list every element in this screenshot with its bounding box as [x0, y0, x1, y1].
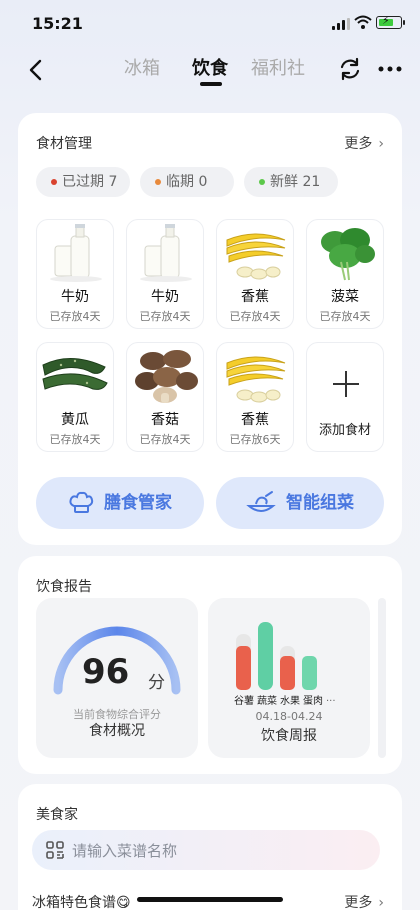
ingredient-card[interactable]: 菠菜 已存放4天 — [306, 219, 384, 329]
section-title: 美食家 — [36, 807, 78, 823]
section-title: 食材管理 — [36, 136, 92, 152]
search-placeholder: 请输入菜谱名称 — [72, 842, 178, 860]
next-report-card-edge — [378, 598, 386, 758]
tab-diet[interactable]: 饮食 — [192, 54, 228, 80]
meal-butler-button[interactable]: 膳食管家 — [36, 477, 204, 529]
ingredient-name: 牛奶 — [151, 289, 179, 305]
ingredient-card[interactable]: 香蕉 已存放6天 — [216, 342, 294, 452]
date-range: 04.18-04.24 — [255, 710, 323, 723]
ingredient-name: 香菇 — [151, 412, 179, 428]
storage-days: 已存放4天 — [49, 433, 101, 446]
ingredient-card[interactable]: 牛奶 已存放4天 — [36, 219, 114, 329]
chevron-right-icon: › — [378, 136, 384, 152]
tab-fridge[interactable]: 冰箱 — [124, 54, 160, 80]
recipe-search-input[interactable]: 请输入菜谱名称 — [32, 830, 380, 870]
filter-expired[interactable]: 已过期 7 — [36, 167, 130, 197]
status-dot — [155, 179, 161, 185]
status-dot — [51, 179, 57, 185]
banana-icon — [226, 356, 286, 403]
storage-days: 已存放4天 — [139, 433, 191, 446]
ingredient-name: 菠菜 — [331, 289, 359, 305]
score-value: 96 — [82, 652, 130, 692]
ingredient-card[interactable]: 香蕉 已存放4天 — [216, 219, 294, 329]
top-nav: 冰箱 饮食 福利社 — [0, 46, 420, 96]
chevron-right-icon: › — [378, 895, 384, 910]
recipes-more-link[interactable]: 更多 › — [344, 892, 384, 910]
storage-days: 已存放4天 — [229, 310, 281, 323]
status-dot — [259, 179, 265, 185]
storage-days: 已存放4天 — [139, 310, 191, 323]
more-options-icon[interactable] — [376, 58, 404, 80]
ingredient-name: 牛奶 — [61, 289, 89, 305]
filter-fresh[interactable]: 新鲜 21 — [244, 167, 338, 197]
cucumber-icon — [42, 357, 108, 390]
signal-icon — [332, 18, 350, 30]
ingredient-card[interactable]: 黄瓜 已存放4天 — [36, 342, 114, 452]
recipes-title: 冰箱特色食谱😋 — [32, 895, 131, 910]
filter-expiring[interactable]: 临期 0 — [140, 167, 234, 197]
storage-days: 已存放6天 — [229, 433, 281, 446]
status-bar: 15:21 ⚡ — [0, 0, 420, 46]
battery-icon: ⚡ — [376, 14, 405, 29]
section-title: 饮食报告 — [36, 579, 92, 595]
scan-icon — [46, 841, 64, 859]
wifi-icon — [354, 15, 372, 29]
weekly-title: 饮食周报 — [261, 728, 317, 744]
tab-welfare[interactable]: 福利社 — [251, 54, 305, 80]
chef-hat-icon — [69, 491, 94, 513]
storage-days: 已存放4天 — [49, 310, 101, 323]
ingredient-overview-card[interactable]: 96 分 当前食物综合评分 食材概况 — [36, 598, 198, 758]
milk-icon — [140, 224, 192, 282]
banana-icon — [226, 233, 286, 280]
back-arrow-icon[interactable] — [22, 56, 50, 84]
home-indicator — [137, 897, 283, 902]
ingredient-name: 香蕉 — [241, 289, 269, 305]
mushroom-icon — [135, 350, 198, 403]
add-ingredient-button[interactable]: 添加食材 — [306, 342, 384, 452]
milk-icon — [50, 224, 102, 282]
score-unit: 分 — [148, 673, 165, 693]
spinach-icon — [321, 228, 375, 281]
smart-combo-button[interactable]: 智能组菜 — [216, 477, 384, 529]
dish-icon — [246, 491, 276, 512]
diet-report-card: 饮食报告 96 分 当前食物综合评分 食材概况 谷薯 蔬菜 水果 蛋肉 ··· 04.1… — [18, 556, 402, 774]
bar-labels: 谷薯 蔬菜 水果 蛋肉 ··· — [234, 696, 336, 707]
plus-icon — [333, 371, 359, 397]
ingredient-name: 黄瓜 — [61, 412, 89, 428]
storage-days: 已存放4天 — [319, 310, 371, 323]
ingredient-name: 香蕉 — [241, 412, 269, 428]
ingredient-card[interactable]: 牛奶 已存放4天 — [126, 219, 204, 329]
overview-title: 食材概况 — [89, 723, 145, 739]
gourmet-card: 美食家 请输入菜谱名称 冰箱特色食谱😋 更多 › — [18, 784, 402, 910]
status-time: 15:21 — [32, 14, 83, 33]
more-link[interactable]: 更多 › — [344, 133, 384, 153]
active-tab-indicator — [200, 82, 222, 86]
weekly-report-card[interactable]: 谷薯 蔬菜 水果 蛋肉 ··· 04.18-04.24 饮食周报 — [208, 598, 370, 758]
add-ingredient-label: 添加食材 — [318, 423, 371, 438]
refresh-icon[interactable] — [337, 56, 363, 82]
ingredient-card[interactable]: 香菇 已存放4天 — [126, 342, 204, 452]
ingredient-management-card: 食材管理 更多 › 已过期 7 临期 0 新鲜 21 牛奶 已存放4天 牛奶 已存… — [18, 113, 402, 545]
weekly-bar-chart — [236, 622, 317, 690]
